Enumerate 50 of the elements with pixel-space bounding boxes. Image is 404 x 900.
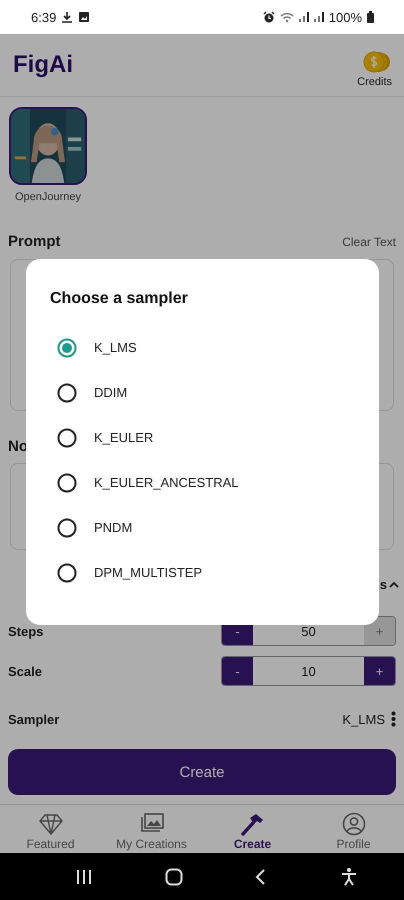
back-icon[interactable] xyxy=(255,868,268,886)
wifi-icon xyxy=(280,11,294,23)
signal-icon xyxy=(298,11,309,23)
battery-percent: 100% xyxy=(328,10,362,24)
plus-button[interactable]: + xyxy=(364,657,395,686)
prompt-label: Prompt xyxy=(8,233,60,250)
battery-icon xyxy=(367,11,374,23)
clock-time: 6:39 xyxy=(31,10,56,24)
radio-button[interactable] xyxy=(57,472,77,492)
signal-icon xyxy=(314,11,324,23)
app-title: FigAi xyxy=(13,50,73,79)
credits-label: Credits xyxy=(357,76,392,88)
model-name: OpenJourney xyxy=(14,190,82,203)
more-icon[interactable] xyxy=(391,711,396,728)
radio-button[interactable] xyxy=(57,428,77,448)
image-icon xyxy=(78,11,90,23)
sampler-option[interactable]: PNDM xyxy=(50,505,355,550)
sampler-option[interactable]: K_EULER_ANCESTRAL xyxy=(50,460,355,505)
settings-label: s xyxy=(380,577,387,592)
radio-button[interactable] xyxy=(57,562,77,582)
profile-icon xyxy=(340,812,366,836)
stepper-value: 10 xyxy=(300,664,317,679)
sampler-option[interactable]: K_LMS xyxy=(50,325,355,370)
clear-text-link[interactable]: Clear Text xyxy=(342,234,396,249)
nav-tab[interactable]: My Creations xyxy=(101,808,202,851)
nav-tab[interactable]: Profile xyxy=(303,808,404,851)
dialog-title: Choose a sampler xyxy=(50,290,189,308)
minus-button[interactable]: - xyxy=(222,657,253,686)
sampler-option[interactable]: DPM_MULTISTEP xyxy=(50,550,355,595)
caret-icon[interactable] xyxy=(389,580,399,590)
diamond-icon xyxy=(38,812,64,836)
download-icon xyxy=(61,11,74,23)
radio-button[interactable] xyxy=(57,338,77,358)
radio-button[interactable] xyxy=(57,518,77,538)
stepper-value: 50 xyxy=(300,624,317,639)
alarm-icon xyxy=(262,11,275,23)
home-icon[interactable] xyxy=(164,868,183,886)
recent-apps-icon[interactable] xyxy=(76,868,92,886)
sampler-label: Sampler xyxy=(8,712,60,727)
radio-button[interactable] xyxy=(57,382,77,402)
sampler-option[interactable]: DDIM xyxy=(50,370,355,415)
hammer-icon xyxy=(240,812,266,836)
setting-label: Steps xyxy=(8,624,44,639)
accessibility-icon[interactable] xyxy=(340,866,358,886)
nav-tab[interactable]: Create xyxy=(202,808,303,851)
sampler-option[interactable]: K_EULER xyxy=(50,415,355,460)
nav-tab[interactable]: Featured xyxy=(0,808,101,851)
setting-label: Scale xyxy=(8,664,42,679)
sampler-value[interactable]: K_LMS xyxy=(342,712,385,727)
create-button[interactable]: Create xyxy=(8,749,396,796)
